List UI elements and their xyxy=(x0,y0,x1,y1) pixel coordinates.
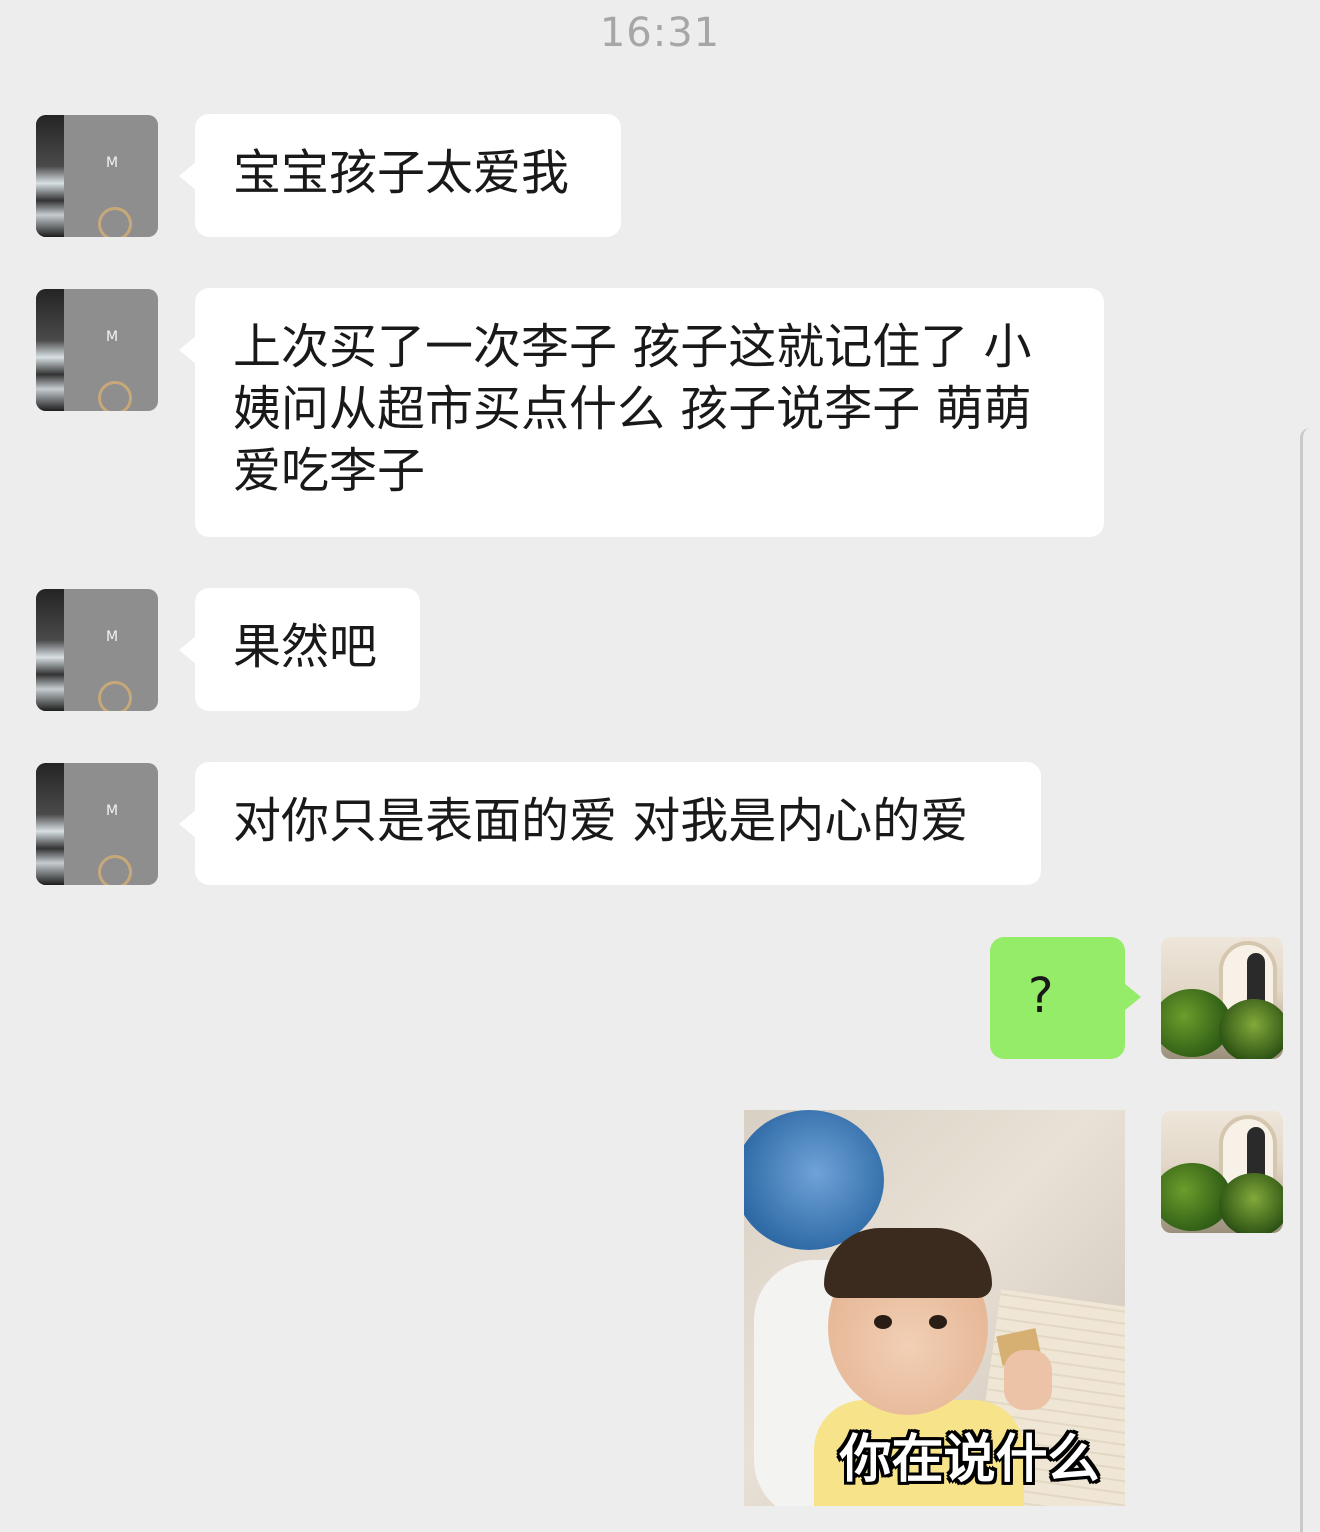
incoming-message-bubble[interactable]: 对你只是表面的爱 对我是内心的爱 xyxy=(179,762,1041,885)
incoming-message-bubble[interactable]: 上次买了一次李子 孩子这就记住了 小姨问从超市买点什么 孩子说李子 萌萌爱吃李子 xyxy=(179,288,1104,537)
scrollbar[interactable] xyxy=(1300,428,1312,1532)
message-text: 宝宝孩子太爱我 xyxy=(233,145,570,201)
sticker-toy-graphic xyxy=(744,1110,884,1250)
sticker-baby-hair xyxy=(824,1228,992,1298)
message-timestamp: 16:31 xyxy=(599,10,721,56)
user-avatar[interactable] xyxy=(1161,1111,1283,1233)
avatar-hoop-graphic xyxy=(98,381,132,411)
contact-avatar[interactable]: M xyxy=(36,763,158,885)
avatar-plant-graphic xyxy=(1219,1173,1283,1233)
outgoing-message-bubble[interactable]: ? xyxy=(990,937,1141,1059)
contact-avatar[interactable]: M xyxy=(36,589,158,711)
user-avatar[interactable] xyxy=(1161,937,1283,1059)
avatar-hoop-graphic xyxy=(98,207,132,237)
avatar-window-graphic xyxy=(36,289,64,411)
message-text: 上次买了一次李子 孩子这就记住了 小姨问从超市买点什么 孩子说李子 萌萌爱吃李子 xyxy=(233,319,1032,499)
avatar-wall-letter: M xyxy=(106,629,119,645)
avatar-plant-graphic xyxy=(1219,999,1283,1059)
incoming-message-bubble[interactable]: 宝宝孩子太爱我 xyxy=(179,114,621,237)
avatar-hoop-graphic xyxy=(98,681,132,711)
avatar-wall-letter: M xyxy=(106,329,119,345)
sticker-baby-eye xyxy=(874,1315,892,1329)
message-text: ? xyxy=(1028,968,1054,1024)
message-text: 对你只是表面的爱 对我是内心的爱 xyxy=(233,793,969,849)
sticker-baby-hand xyxy=(1004,1350,1052,1410)
contact-avatar[interactable]: M xyxy=(36,115,158,237)
sticker-caption: 你在说什么 xyxy=(839,1430,1100,1490)
avatar-window-graphic xyxy=(36,115,64,237)
sticker-baby-eye xyxy=(929,1315,947,1329)
message-text: 果然吧 xyxy=(233,619,378,675)
avatar-wall-letter: M xyxy=(106,803,119,819)
avatar-hoop-graphic xyxy=(98,855,132,885)
contact-avatar[interactable]: M xyxy=(36,289,158,411)
avatar-window-graphic xyxy=(36,763,64,885)
sticker-image[interactable]: 你在说什么 xyxy=(744,1110,1125,1506)
avatar-wall-letter: M xyxy=(106,155,119,171)
incoming-message-bubble[interactable]: 果然吧 xyxy=(179,588,420,711)
avatar-window-graphic xyxy=(36,589,64,711)
